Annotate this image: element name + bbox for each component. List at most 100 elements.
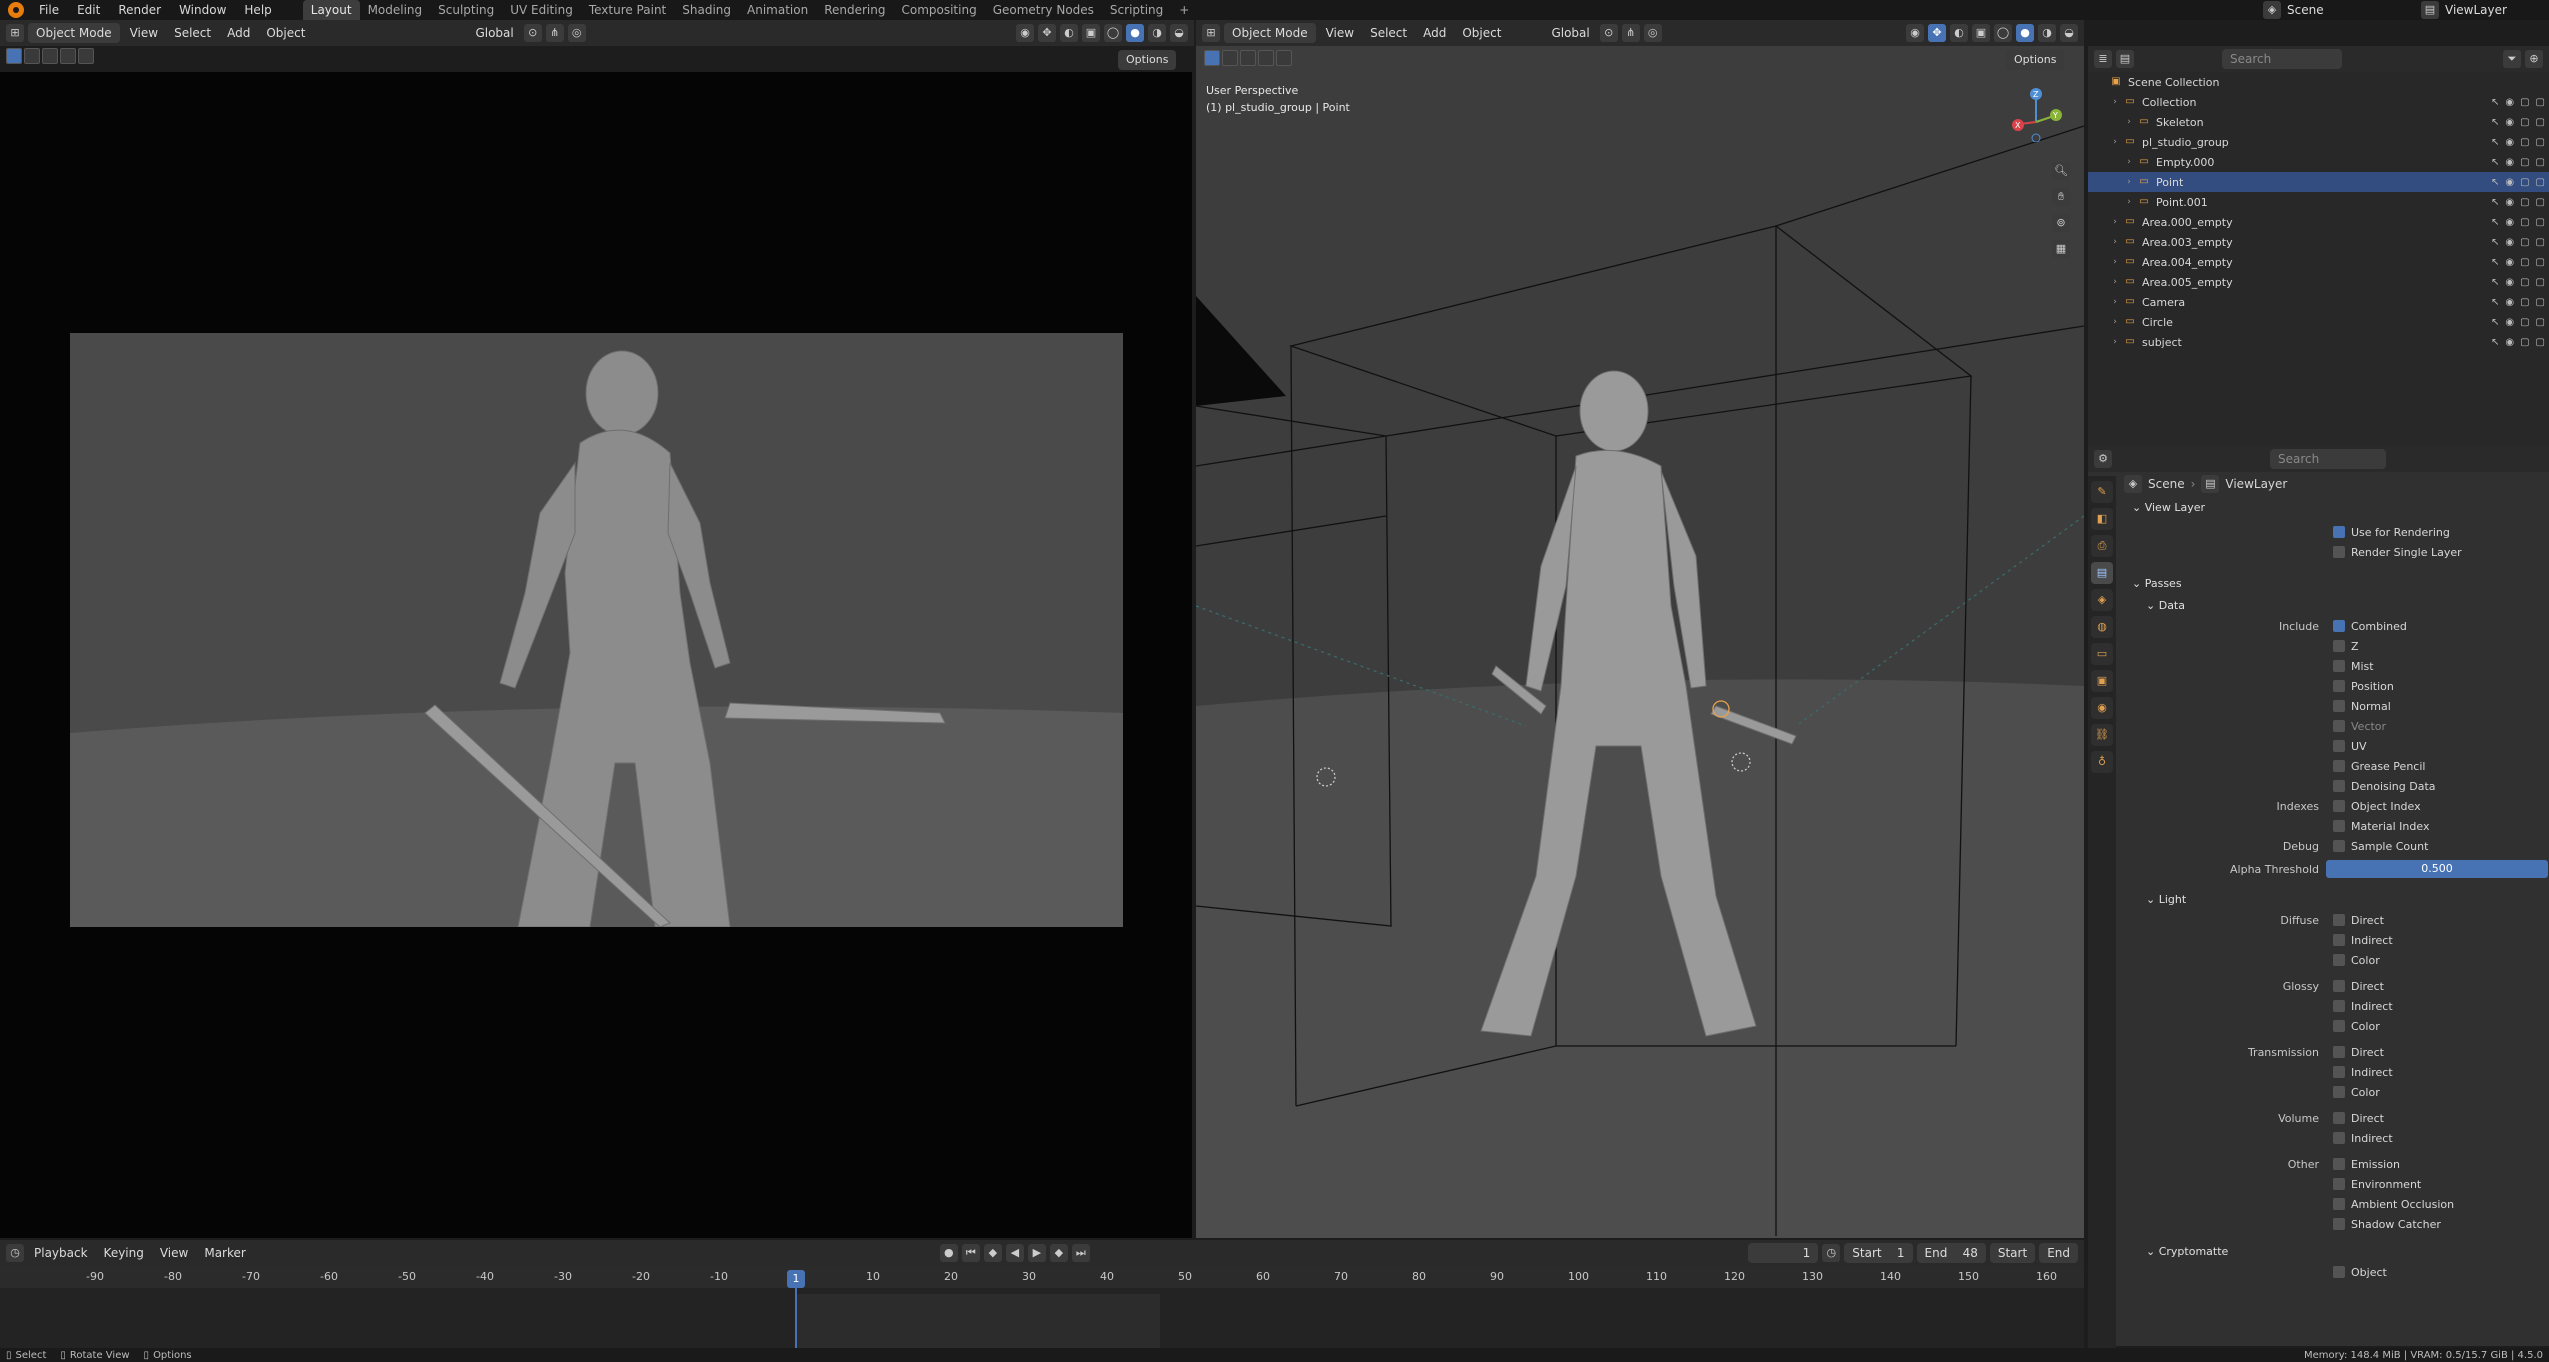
visibility-icon[interactable]: ◉ (1016, 24, 1034, 42)
expand-chevron-icon[interactable]: › (2122, 157, 2136, 167)
proportional-edit-icon-right[interactable]: ◎ (1643, 24, 1662, 42)
right-menu-object[interactable]: Object (1456, 24, 1507, 42)
axis-gizmo[interactable]: Z Y X (2006, 82, 2066, 143)
proportional-edit-icon[interactable]: ◎ (567, 24, 586, 42)
tool-select-mode-extend-icon[interactable] (42, 48, 58, 64)
timeline-ruler[interactable]: -90-80-70-60-50-40-30-20-101102030405060… (0, 1266, 2084, 1288)
eye-icon[interactable]: ◉ (2505, 197, 2514, 208)
pass-row[interactable]: Color (2118, 950, 2549, 970)
pass-row[interactable]: Ambient Occlusion (2118, 1194, 2549, 1214)
pass-row[interactable]: Vector (2118, 716, 2549, 736)
right-menu-view[interactable]: View (1320, 24, 1360, 42)
eye-icon[interactable]: ◉ (2505, 157, 2514, 168)
select-arrow-icon[interactable]: ↖ (2491, 117, 2499, 128)
rendered-shading-icon[interactable]: ◒ (1170, 24, 1188, 42)
outliner-row[interactable]: › ▭ Collection ↖ ◉ ▢ ▢ (2088, 92, 2549, 112)
pass-checkbox[interactable] (2333, 840, 2345, 852)
select-arrow-icon[interactable]: ↖ (2491, 297, 2499, 308)
left-menu-add[interactable]: Add (221, 24, 256, 42)
add-workspace-button[interactable]: + (1171, 0, 1197, 20)
render-camera-icon[interactable]: ▢ (2536, 337, 2545, 348)
left-menu-view[interactable]: View (124, 24, 164, 42)
select-arrow-icon[interactable]: ↖ (2491, 157, 2499, 168)
viewport-monitor-icon[interactable]: ▢ (2520, 177, 2529, 188)
right-menu-add[interactable]: Add (1417, 24, 1452, 42)
outliner-row[interactable]: › ▭ subject ↖ ◉ ▢ ▢ (2088, 332, 2549, 352)
expand-chevron-icon[interactable]: › (2108, 337, 2122, 347)
tool-select-invert-icon-right[interactable] (1276, 50, 1292, 66)
timeline-menu-keying[interactable]: Keying (98, 1244, 150, 1262)
outliner-row[interactable]: › ▭ Area.000_empty ↖ ◉ ▢ ▢ (2088, 212, 2549, 232)
pass-row[interactable]: Material Index (2118, 816, 2549, 836)
properties-search-input[interactable]: Search (2270, 449, 2386, 469)
next-keyframe-icon[interactable]: ◆ (1049, 1244, 1068, 1262)
left-menu-select[interactable]: Select (168, 24, 217, 42)
pass-row[interactable]: Debug Sample Count (2118, 836, 2549, 856)
pass-checkbox[interactable] (2333, 700, 2345, 712)
outliner-row[interactable]: › ▭ Empty.000 ↖ ◉ ▢ ▢ (2088, 152, 2549, 172)
select-arrow-icon[interactable]: ↖ (2491, 277, 2499, 288)
alpha-threshold-slider[interactable]: 0.500 (2326, 860, 2548, 878)
workspace-tab-geometry-nodes[interactable]: Geometry Nodes (985, 0, 1102, 20)
crypto-object-row[interactable]: Object (2118, 1262, 2549, 1282)
pass-checkbox[interactable] (2333, 1178, 2345, 1190)
properties-editor-type-icon[interactable]: ⚙ (2094, 450, 2112, 468)
expand-chevron-icon[interactable]: › (2108, 237, 2122, 247)
outliner-row[interactable]: › ▭ Skeleton ↖ ◉ ▢ ▢ (2088, 112, 2549, 132)
workspace-tab-scripting[interactable]: Scripting (1102, 0, 1171, 20)
pass-checkbox[interactable] (2333, 760, 2345, 772)
pan-hand-icon[interactable]: ✋︎ (2052, 188, 2070, 206)
pass-row[interactable]: Denoising Data (2118, 776, 2549, 796)
select-arrow-icon[interactable]: ↖ (2491, 197, 2499, 208)
viewport-monitor-icon[interactable]: ▢ (2520, 97, 2529, 108)
preview-range-icon[interactable]: ◷ (1822, 1244, 1841, 1262)
light-subsection-header[interactable]: ⌄ Light (2118, 888, 2549, 910)
pass-checkbox[interactable] (2333, 1198, 2345, 1210)
solid-shading-icon-right[interactable]: ● (2016, 24, 2034, 42)
pass-row[interactable]: Indirect (2118, 930, 2549, 950)
pass-checkbox[interactable] (2333, 1132, 2345, 1144)
new-collection-icon[interactable]: ⊕ (2525, 50, 2543, 68)
workspace-tab-shading[interactable]: Shading (674, 0, 739, 20)
outliner-row[interactable]: › ▭ Area.004_empty ↖ ◉ ▢ ▢ (2088, 252, 2549, 272)
render-camera-icon[interactable]: ▢ (2536, 277, 2545, 288)
eye-icon[interactable]: ◉ (2505, 257, 2514, 268)
world-tab-icon[interactable]: ◍ (2091, 616, 2113, 638)
pass-row[interactable]: Indirect (2118, 1128, 2549, 1148)
pass-checkbox[interactable] (2333, 820, 2345, 832)
pass-checkbox[interactable] (2333, 914, 2345, 926)
viewport-monitor-icon[interactable]: ▢ (2520, 197, 2529, 208)
expand-chevron-icon[interactable]: › (2122, 117, 2136, 127)
expand-chevron-icon[interactable]: › (2122, 197, 2136, 207)
render-single-layer-row[interactable]: Render Single Layer (2118, 542, 2549, 562)
pass-checkbox[interactable] (2333, 1020, 2345, 1032)
timeline-menu-marker[interactable]: Marker (198, 1244, 251, 1262)
xray-icon-right[interactable]: ▣ (1972, 24, 1990, 42)
tool-select-mode-invert-icon[interactable] (78, 48, 94, 64)
viewport-monitor-icon[interactable]: ▢ (2520, 277, 2529, 288)
cryptomatte-subsection-header[interactable]: ⌄ Cryptomatte (2118, 1240, 2549, 1262)
pass-row[interactable]: Other Emission (2118, 1154, 2549, 1174)
pass-row[interactable]: Transmission Direct (2118, 1042, 2549, 1062)
left-transform-orientation[interactable]: Global (469, 24, 519, 42)
constraints-tab-icon[interactable]: ⛓ (2091, 724, 2113, 746)
display-mode-icon[interactable]: ▤ (2116, 50, 2134, 68)
object-tab-icon[interactable]: ▣ (2091, 670, 2113, 692)
viewport-monitor-icon[interactable]: ▢ (2520, 157, 2529, 168)
timeline-area[interactable]: -90-80-70-60-50-40-30-20-101102030405060… (0, 1266, 2084, 1348)
right-menu-select[interactable]: Select (1364, 24, 1413, 42)
menu-render[interactable]: Render (109, 0, 170, 20)
outliner-row[interactable]: › ▭ Camera ↖ ◉ ▢ ▢ (2088, 292, 2549, 312)
pass-checkbox[interactable] (2333, 980, 2345, 992)
render-camera-icon[interactable]: ▢ (2536, 237, 2545, 248)
workspace-tab-compositing[interactable]: Compositing (893, 0, 984, 20)
workspace-tab-modeling[interactable]: Modeling (360, 0, 431, 20)
menu-window[interactable]: Window (170, 0, 235, 20)
menu-help[interactable]: Help (235, 0, 280, 20)
editor-type-icon-right[interactable]: ⊞ (1202, 24, 1220, 42)
expand-chevron-icon[interactable]: › (2108, 277, 2122, 287)
expand-chevron-icon[interactable]: › (2108, 97, 2122, 107)
workspace-tab-uv-editing[interactable]: UV Editing (502, 0, 581, 20)
render-camera-icon[interactable]: ▢ (2536, 117, 2545, 128)
select-arrow-icon[interactable]: ↖ (2491, 337, 2499, 348)
